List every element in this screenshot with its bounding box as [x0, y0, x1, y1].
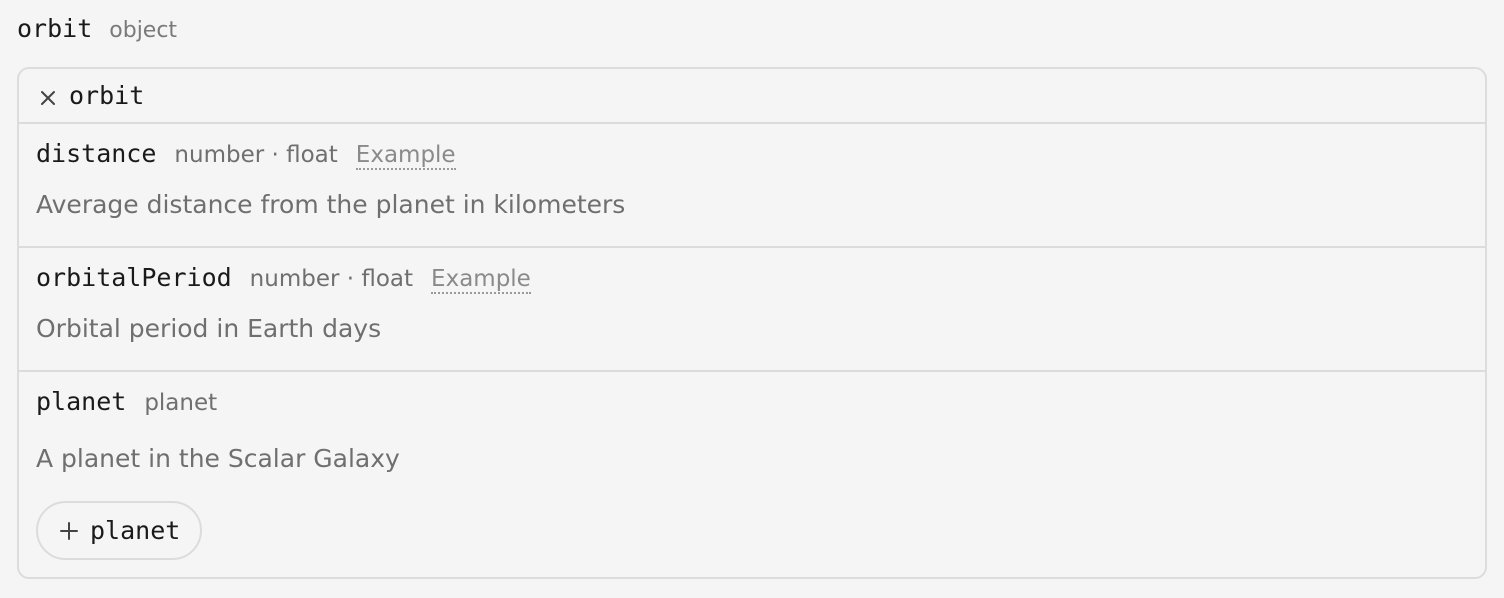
property-description: A planet in the Scalar Galaxy: [36, 444, 400, 473]
schema-header: orbit object: [17, 14, 177, 50]
property-type: number · float: [249, 266, 414, 292]
schema-property-type: object: [109, 18, 178, 43]
show-nested-properties-button[interactable]: planet: [36, 501, 202, 560]
property-heading: orbitalPeriod number · float Example: [36, 263, 531, 295]
property-item-distance: distance number · float Example Average …: [19, 124, 1485, 248]
property-heading: distance number · float Example: [36, 139, 456, 171]
object-properties-panel: orbit distance number · float Example Av…: [17, 67, 1487, 579]
property-description: Orbital period in Earth days: [36, 314, 382, 343]
property-description: Average distance from the planet in kilo…: [36, 190, 626, 219]
property-name: distance: [36, 139, 157, 168]
property-type: planet: [144, 390, 218, 416]
property-item-planet: planet planet A planet in the Scalar Gal…: [19, 372, 1485, 577]
example-toggle[interactable]: Example: [355, 142, 456, 171]
collapse-properties-label: orbit: [69, 81, 145, 110]
show-nested-properties-label: planet: [90, 516, 181, 545]
close-icon: [37, 87, 59, 109]
property-name: planet: [36, 387, 127, 416]
property-name: orbitalPeriod: [36, 263, 232, 292]
schema-viewer: orbit object orbit distance number · flo…: [0, 0, 1504, 598]
example-toggle[interactable]: Example: [431, 266, 531, 295]
property-type: number · float: [174, 142, 338, 168]
property-heading: planet planet: [36, 387, 235, 416]
plus-icon: [58, 520, 80, 542]
schema-property-name: orbit: [17, 14, 93, 43]
collapse-properties-button[interactable]: orbit: [19, 69, 1485, 124]
property-item-orbitalperiod: orbitalPeriod number · float Example Orb…: [19, 248, 1485, 372]
